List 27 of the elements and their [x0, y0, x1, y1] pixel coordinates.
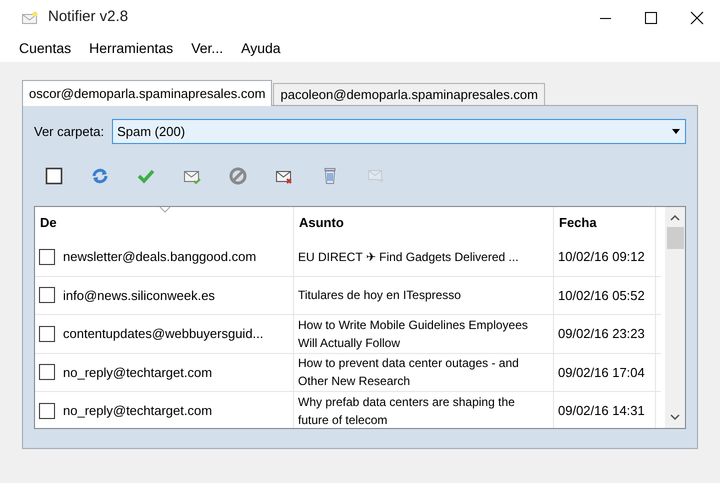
- date-cell-text: 10/02/16 05:52: [558, 286, 645, 304]
- date-cell-text: 10/02/16 09:12: [558, 248, 645, 266]
- sender-cell-text: no_reply@techtarget.com: [63, 364, 212, 382]
- subject-cell-text: How to prevent data center outages - and Other New Research: [298, 355, 520, 390]
- subject-cell-text: Titulares de hoy en ITespresso: [298, 287, 462, 304]
- column-header[interactable]: De: [35, 207, 294, 238]
- sender-cell-text: info@news.siliconweek.es: [63, 286, 215, 304]
- sender-cell-text: newsletter@deals.banggood.com: [63, 248, 256, 266]
- date-cell-text: 09/02/16 23:23: [558, 325, 645, 343]
- menu-item[interactable]: Ver...: [184, 38, 230, 59]
- subject-cell-text: EU DIRECT ✈ Find Gadgets Delivered ...: [298, 248, 520, 266]
- subject-cell-text: Why prefab data centers are shaping the future of telecom: [298, 394, 516, 428]
- sender-cell-text: contentupdates@webbuyersguid...: [63, 325, 264, 343]
- menu-item[interactable]: Herramientas: [82, 38, 180, 59]
- subject-cell-text: How to Write Mobile Guidelines Employees Will Actually Follow: [298, 316, 529, 352]
- date-cell-text: 09/02/16 17:04: [558, 364, 645, 382]
- column-header[interactable]: Asunto: [294, 207, 554, 238]
- window-title: Notifier v2.8: [48, 7, 128, 28]
- sender-cell-text: no_reply@techtarget.com: [63, 402, 212, 420]
- account-tab[interactable]: oscor@demoparla.spaminapresales.com: [22, 80, 272, 106]
- account-tab[interactable]: pacoleon@demoparla.spaminapresales.com: [273, 83, 545, 105]
- folder-label: Ver carpeta:: [34, 122, 104, 141]
- date-cell-text: 09/02/16 14:31: [558, 402, 645, 420]
- menu-item[interactable]: Ayuda: [234, 38, 288, 59]
- column-header[interactable]: Fecha: [554, 207, 656, 238]
- menu-item[interactable]: Cuentas: [12, 38, 78, 59]
- folder-dropdown[interactable]: Spam (200): [112, 119, 686, 144]
